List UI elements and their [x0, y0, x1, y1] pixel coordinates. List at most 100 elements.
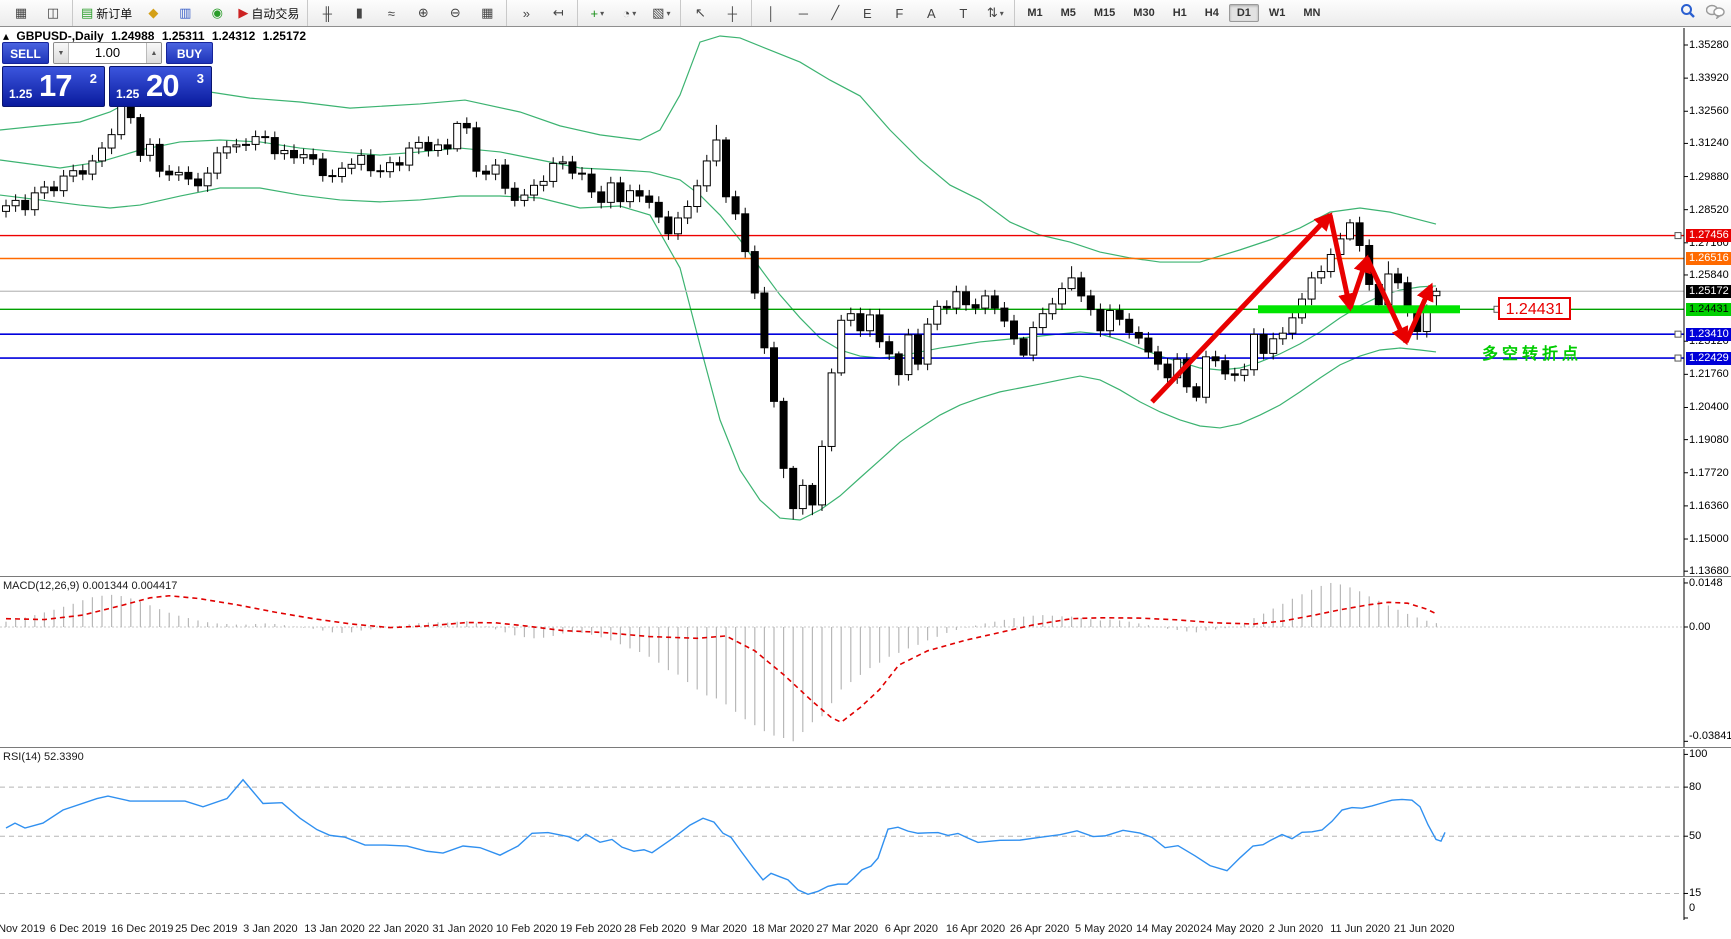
- candlestick-chart-button[interactable]: ▮: [344, 2, 374, 25]
- date-tick: 16 Dec 2019: [110, 923, 174, 935]
- volume-input[interactable]: 1.00: [69, 43, 146, 63]
- candle-body: [328, 175, 337, 178]
- fibonacci-button[interactable]: F: [884, 2, 914, 25]
- candle-body: [251, 136, 260, 145]
- candle-body: [405, 147, 414, 166]
- auto-scroll-icon: »: [522, 5, 530, 21]
- candle-body: [1250, 333, 1258, 371]
- indicators-button[interactable]: + ▾: [582, 2, 612, 25]
- text-button[interactable]: A: [916, 2, 946, 25]
- rsi-panel[interactable]: [0, 749, 1731, 920]
- candle-body: [981, 295, 990, 309]
- main-chart[interactable]: [0, 28, 1731, 576]
- community-chat-icon[interactable]: [1706, 4, 1725, 19]
- buy-price-big: 20: [146, 68, 179, 103]
- dropdown-arrow-icon[interactable]: ▾: [600, 9, 604, 18]
- object-handle[interactable]: [1674, 354, 1682, 362]
- crosshair-icon: ┼: [727, 5, 737, 21]
- line-chart-button[interactable]: ≈: [376, 2, 406, 25]
- panel-separator[interactable]: [0, 576, 1731, 578]
- buy-button[interactable]: BUY: [166, 42, 213, 64]
- panel-separator[interactable]: [0, 747, 1731, 749]
- auto-scroll-button[interactable]: »: [511, 2, 541, 25]
- candle-body: [472, 127, 481, 172]
- equidistant-channel-button[interactable]: E: [852, 2, 882, 25]
- indicators-icon: +: [590, 5, 599, 21]
- data-window-button[interactable]: ▥: [170, 2, 200, 25]
- candle-body: [1346, 222, 1354, 240]
- dropdown-arrow-icon[interactable]: ▾: [1000, 9, 1004, 18]
- candle-body: [290, 149, 298, 159]
- price-tick: 1.20400: [1689, 401, 1729, 414]
- macd-panel[interactable]: [0, 578, 1731, 747]
- candle-body: [386, 162, 394, 173]
- macd-tick: 0.00: [1689, 621, 1711, 633]
- candle-body: [808, 484, 817, 506]
- market-watch-button[interactable]: ◆: [138, 2, 168, 25]
- support-level-bar[interactable]: [1258, 305, 1460, 314]
- new-order-button[interactable]: ▤ 新订单: [77, 2, 136, 25]
- periods-button[interactable]: ◔ ▾: [614, 2, 644, 25]
- zoom-in-button[interactable]: ⊕: [408, 2, 438, 25]
- volume-stepper[interactable]: ▼ 1.00 ▲: [53, 42, 162, 64]
- equidistant-channel-icon: E: [862, 5, 872, 21]
- candle-body: [482, 170, 490, 175]
- sell-price-box[interactable]: 1.25 17 2: [2, 66, 105, 107]
- object-handle[interactable]: [1674, 232, 1682, 240]
- timeframe-m30[interactable]: M30: [1125, 4, 1162, 22]
- candle-body: [760, 292, 769, 349]
- profiles-button[interactable]: ◫: [38, 2, 68, 25]
- price-tick: 1.32560: [1689, 105, 1729, 118]
- candle-body: [693, 185, 702, 208]
- candle-body: [222, 146, 231, 154]
- candle-body: [683, 206, 692, 219]
- zoom-out-button[interactable]: ⊖: [440, 2, 470, 25]
- timeframe-d1[interactable]: D1: [1228, 4, 1259, 22]
- trendline-button[interactable]: ╱: [820, 2, 850, 25]
- dropdown-arrow-icon[interactable]: ▾: [632, 9, 636, 18]
- auto-trading-button[interactable]: ▶ 自动交易: [234, 2, 303, 25]
- search-icon[interactable]: [1680, 3, 1696, 19]
- horizontal-line-button[interactable]: ─: [788, 2, 818, 25]
- volume-decrease-button[interactable]: ▼: [54, 43, 69, 63]
- bar-chart-button[interactable]: ╫: [312, 2, 342, 25]
- templates-button[interactable]: ▧ ▾: [646, 2, 676, 25]
- vertical-line-button[interactable]: │: [756, 2, 786, 25]
- timeframe-m5[interactable]: M5: [1053, 4, 1084, 22]
- sell-price-pip: 2: [89, 71, 97, 86]
- candle-body: [1058, 288, 1066, 305]
- buy-price-box[interactable]: 1.25 20 3: [109, 66, 212, 107]
- candle-body: [165, 170, 174, 176]
- text-label-button[interactable]: T: [948, 2, 978, 25]
- dropdown-arrow-icon[interactable]: ▾: [666, 9, 670, 18]
- crosshair-button[interactable]: ┼: [717, 2, 747, 25]
- object-handle[interactable]: [1674, 330, 1682, 338]
- price-level-label[interactable]: 1.24431: [1498, 297, 1571, 320]
- timeframe-m15[interactable]: M15: [1086, 4, 1123, 22]
- timeframe-m1[interactable]: M1: [1019, 4, 1050, 22]
- chart-shift-button[interactable]: ↤: [543, 2, 573, 25]
- candle-body: [712, 139, 721, 162]
- macd-tick: -0.038415: [1689, 730, 1731, 742]
- volume-increase-button[interactable]: ▲: [146, 43, 161, 63]
- timeframe-h1[interactable]: H1: [1165, 4, 1195, 22]
- sell-button[interactable]: SELL: [2, 42, 49, 64]
- date-tick: 27 Mar 2020: [816, 923, 879, 935]
- arrows-button[interactable]: ⇅ ▾: [980, 2, 1010, 25]
- price-tick: 1.15000: [1689, 533, 1729, 546]
- candle-body: [798, 484, 807, 510]
- timeframe-mn[interactable]: MN: [1295, 4, 1328, 22]
- cursor-button[interactable]: ↖: [685, 2, 715, 25]
- signals-button[interactable]: ◉: [202, 2, 232, 25]
- candle-body: [894, 353, 903, 376]
- high-value: 1.25311: [161, 29, 205, 43]
- turning-point-note[interactable]: 多空转折点: [1482, 340, 1582, 364]
- candle-body: [261, 136, 270, 139]
- timeframe-h4[interactable]: H4: [1197, 4, 1227, 22]
- candle-body: [309, 154, 318, 160]
- collapse-marker-icon[interactable]: ▴: [3, 29, 9, 43]
- new-chart-button[interactable]: ▦: [6, 2, 36, 25]
- tile-windows-button[interactable]: ▦: [472, 2, 502, 25]
- timeframe-w1[interactable]: W1: [1261, 4, 1294, 22]
- candle-body: [645, 195, 654, 203]
